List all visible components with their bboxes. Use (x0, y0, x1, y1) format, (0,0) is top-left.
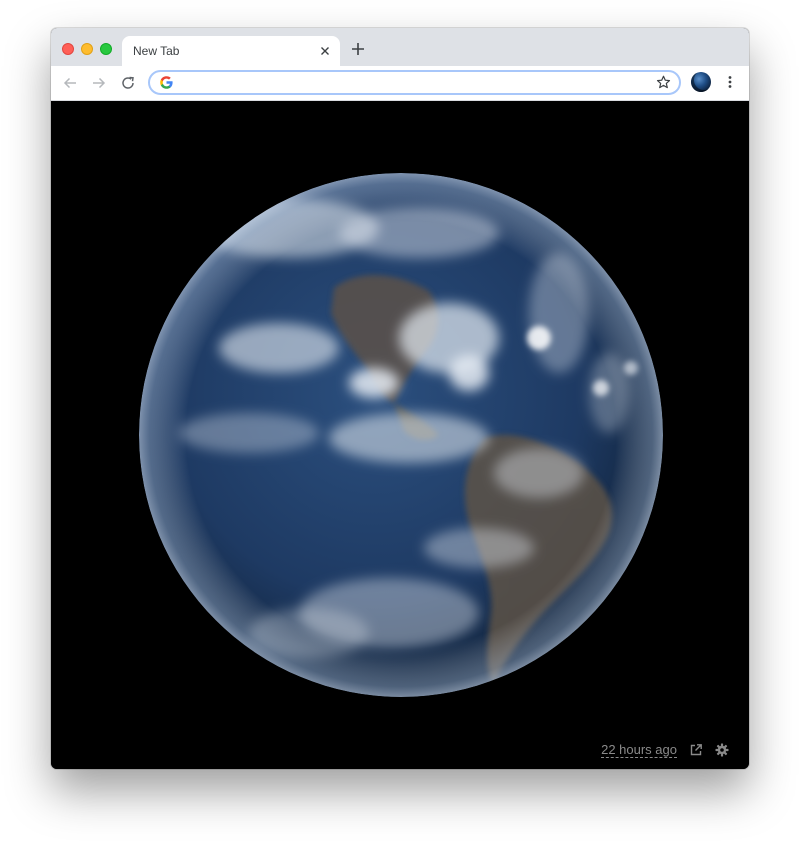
more-vert-icon[interactable] (721, 73, 739, 91)
gear-icon[interactable] (715, 743, 729, 757)
external-link-icon[interactable] (689, 743, 703, 757)
browser-window: New Tab 22 hours ago (51, 28, 749, 769)
new-tab-page: 22 hours ago (51, 101, 749, 769)
image-timestamp[interactable]: 22 hours ago (601, 742, 677, 758)
profile-avatar[interactable] (691, 72, 711, 92)
earth-image (139, 173, 663, 697)
close-icon[interactable] (318, 44, 332, 58)
google-g-icon (160, 76, 173, 89)
browser-toolbar (51, 66, 749, 101)
image-footer: 22 hours ago (601, 741, 729, 759)
close-window-button[interactable] (62, 43, 74, 55)
tab-title: New Tab (133, 44, 180, 58)
back-arrow-icon[interactable] (61, 74, 79, 92)
maximize-window-button[interactable] (100, 43, 112, 55)
minimize-window-button[interactable] (81, 43, 93, 55)
tab-strip: New Tab (51, 28, 749, 66)
address-input[interactable] (180, 74, 644, 94)
address-bar[interactable] (148, 70, 681, 95)
plus-icon[interactable] (349, 40, 367, 58)
tab-new-tab[interactable]: New Tab (122, 36, 340, 66)
reload-icon[interactable] (119, 74, 137, 92)
star-icon[interactable] (656, 75, 671, 90)
forward-arrow-icon[interactable] (90, 74, 108, 92)
